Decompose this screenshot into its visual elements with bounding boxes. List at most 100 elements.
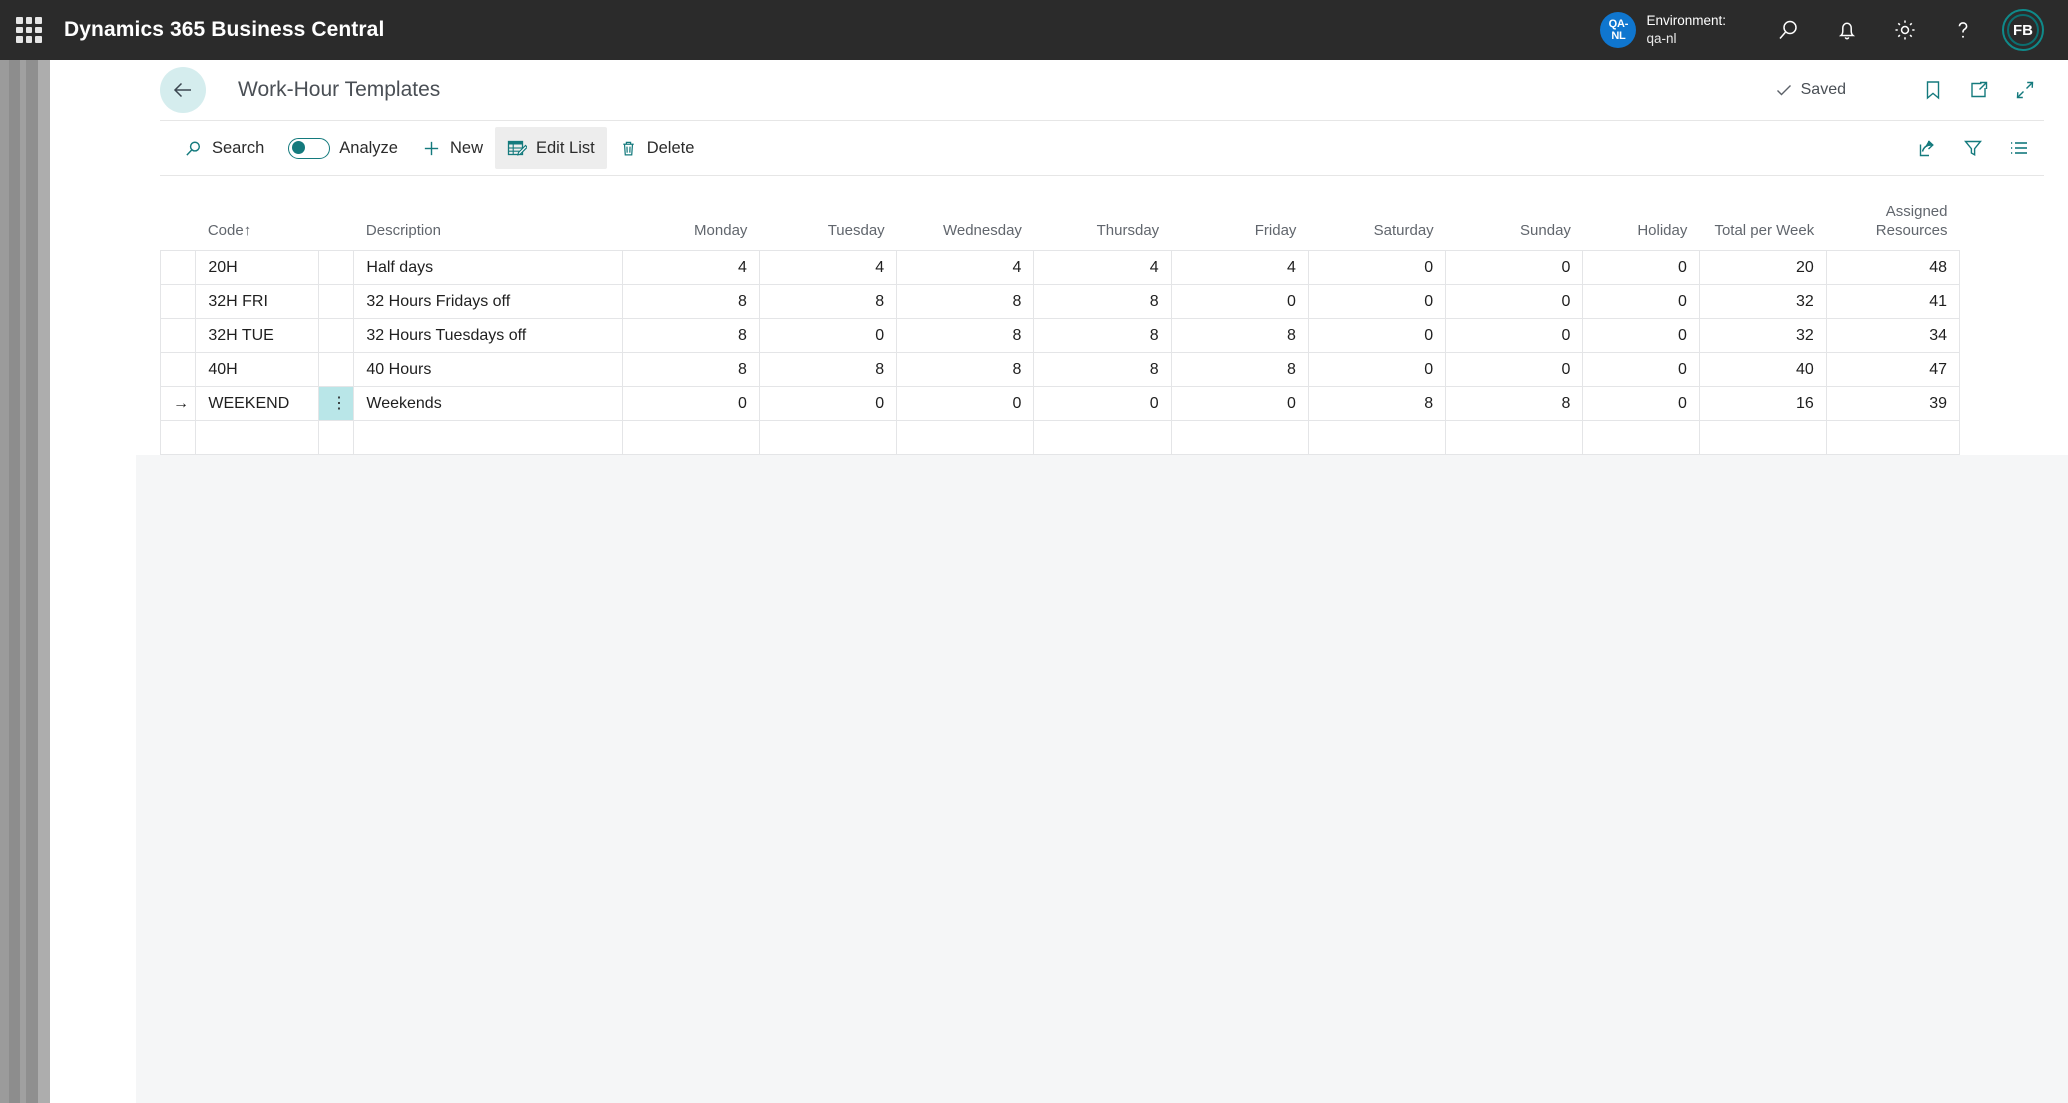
cell-empty[interactable] [758,420,898,455]
cell-wednesday[interactable]: 0 [896,386,1035,421]
filter-funnel-icon[interactable] [1954,129,1992,167]
search-button[interactable]: Search [172,127,276,169]
column-header-wednesday[interactable]: Wednesday [896,202,1034,251]
vertical-ellipsis-icon[interactable] [318,284,355,319]
cell-wednesday[interactable]: 8 [896,318,1035,353]
cell-empty[interactable] [1170,420,1309,455]
table-new-row[interactable] [159,420,1961,455]
app-launcher-icon[interactable] [16,17,42,43]
cell-tuesday[interactable]: 4 [758,250,898,285]
cell-description[interactable]: Weekends [353,386,623,421]
cell-wednesday[interactable]: 8 [896,284,1035,319]
cell-description[interactable]: 32 Hours Tuesdays off [353,318,623,353]
cell-total[interactable]: 16 [1698,386,1827,421]
cell-sunday[interactable]: 0 [1445,284,1584,319]
cell-empty[interactable] [1698,420,1827,455]
table-row[interactable]: 40H 40 Hours 8 8 8 8 8 0 0 0 40 47 [159,352,1961,387]
cell-empty[interactable] [896,420,1035,455]
open-in-new-window-icon[interactable] [1958,69,2000,111]
bookmark-icon[interactable] [1912,69,1954,111]
cell-total[interactable]: 32 [1698,318,1827,353]
edit-list-button[interactable]: Edit List [495,127,607,169]
help-question-icon[interactable] [1934,0,1992,60]
vertical-ellipsis-icon[interactable] [318,318,355,353]
cell-empty[interactable] [1582,420,1700,455]
cell-empty[interactable] [621,420,760,455]
analyze-toggle[interactable]: Analyze [276,127,410,169]
cell-tuesday[interactable]: 0 [758,318,898,353]
cell-friday[interactable]: 8 [1170,352,1309,387]
column-header-total-per-week[interactable]: Total per Week [1699,202,1827,251]
table-row[interactable]: 32H FRI 32 Hours Fridays off 8 8 8 8 0 0 0 0 32 41 [159,284,1961,319]
cell-thursday[interactable]: 8 [1033,318,1172,353]
environment-badge[interactable]: QA- NL [1600,12,1637,48]
cell-sunday[interactable]: 0 [1445,352,1584,387]
new-button[interactable]: New [410,127,495,169]
cell-wednesday[interactable]: 4 [896,250,1035,285]
cell-description[interactable]: 32 Hours Fridays off [353,284,623,319]
cell-saturday[interactable]: 8 [1307,386,1447,421]
cell-empty[interactable] [1033,420,1172,455]
vertical-ellipsis-icon[interactable] [318,352,355,387]
cell-saturday[interactable]: 0 [1307,284,1447,319]
column-header-description[interactable]: Description [353,202,623,251]
cell-code[interactable]: 32H TUE [195,318,320,353]
cell-assigned-resources-link[interactable]: 48 [1825,250,1961,285]
cell-sunday[interactable]: 0 [1445,318,1584,353]
cell-monday[interactable]: 8 [621,284,760,319]
column-header-sunday[interactable]: Sunday [1445,202,1583,251]
vertical-ellipsis-icon[interactable]: ⋮ [318,386,355,421]
cell-thursday[interactable]: 8 [1033,284,1172,319]
cell-thursday[interactable]: 8 [1033,352,1172,387]
cell-friday[interactable]: 0 [1170,386,1309,421]
cell-assigned-resources-link[interactable]: 39 [1825,386,1961,421]
cell-holiday[interactable]: 0 [1582,284,1700,319]
cell-thursday[interactable]: 0 [1033,386,1172,421]
cell-monday[interactable]: 8 [621,318,760,353]
cell-holiday[interactable]: 0 [1582,386,1700,421]
analyze-toggle-switch[interactable] [288,137,331,159]
back-arrow-icon[interactable] [160,67,206,113]
cell-empty[interactable] [1445,420,1584,455]
cell-wednesday[interactable]: 8 [896,352,1035,387]
cell-assigned-resources-link[interactable]: 34 [1825,318,1961,353]
cell-friday[interactable]: 8 [1170,318,1309,353]
cell-sunday[interactable]: 8 [1445,386,1584,421]
column-header-assigned-resources[interactable]: Assigned Resources [1826,202,1960,251]
cell-code[interactable]: 32H FRI [195,284,320,319]
cell-empty[interactable] [1307,420,1447,455]
cell-empty[interactable] [195,420,320,455]
cell-friday[interactable]: 4 [1170,250,1309,285]
settings-gear-icon[interactable] [1876,0,1934,60]
column-header-monday[interactable]: Monday [622,202,760,251]
table-row[interactable]: → WEEKEND ⋮ Weekends 0 0 0 0 0 8 8 0 16 39 [159,386,1961,421]
cell-sunday[interactable]: 0 [1445,250,1584,285]
collapse-focus-mode-icon[interactable] [2004,69,2046,111]
cell-empty[interactable] [1825,420,1961,455]
cell-empty[interactable] [353,420,623,455]
vertical-ellipsis-icon[interactable] [318,250,355,285]
environment-info[interactable]: Environment: qa-nl [1646,12,1726,48]
cell-saturday[interactable]: 0 [1307,318,1447,353]
cell-holiday[interactable]: 0 [1582,250,1700,285]
cell-saturday[interactable]: 0 [1307,250,1447,285]
column-header-code[interactable]: Code↑ [195,202,319,251]
cell-thursday[interactable]: 4 [1033,250,1172,285]
column-header-holiday[interactable]: Holiday [1582,202,1700,251]
cell-holiday[interactable]: 0 [1582,318,1700,353]
cell-assigned-resources-link[interactable]: 41 [1825,284,1961,319]
table-row[interactable]: 20H Half days 4 4 4 4 4 0 0 0 20 48 [159,250,1961,285]
cell-code[interactable]: 20H [195,250,320,285]
share-icon[interactable] [1908,129,1946,167]
cell-empty[interactable] [159,420,197,455]
cell-total[interactable]: 32 [1698,284,1827,319]
column-header-thursday[interactable]: Thursday [1033,202,1172,251]
cell-description[interactable]: Half days [353,250,623,285]
cell-code[interactable]: WEEKEND [195,386,320,421]
cell-description[interactable]: 40 Hours [353,352,623,387]
notifications-bell-icon[interactable] [1818,0,1876,60]
table-row[interactable]: 32H TUE 32 Hours Tuesdays off 8 0 8 8 8 0 0 0 32 34 [159,318,1961,353]
cell-monday[interactable]: 0 [621,386,760,421]
cell-monday[interactable]: 8 [621,352,760,387]
avatar[interactable]: FB [1992,0,2054,60]
